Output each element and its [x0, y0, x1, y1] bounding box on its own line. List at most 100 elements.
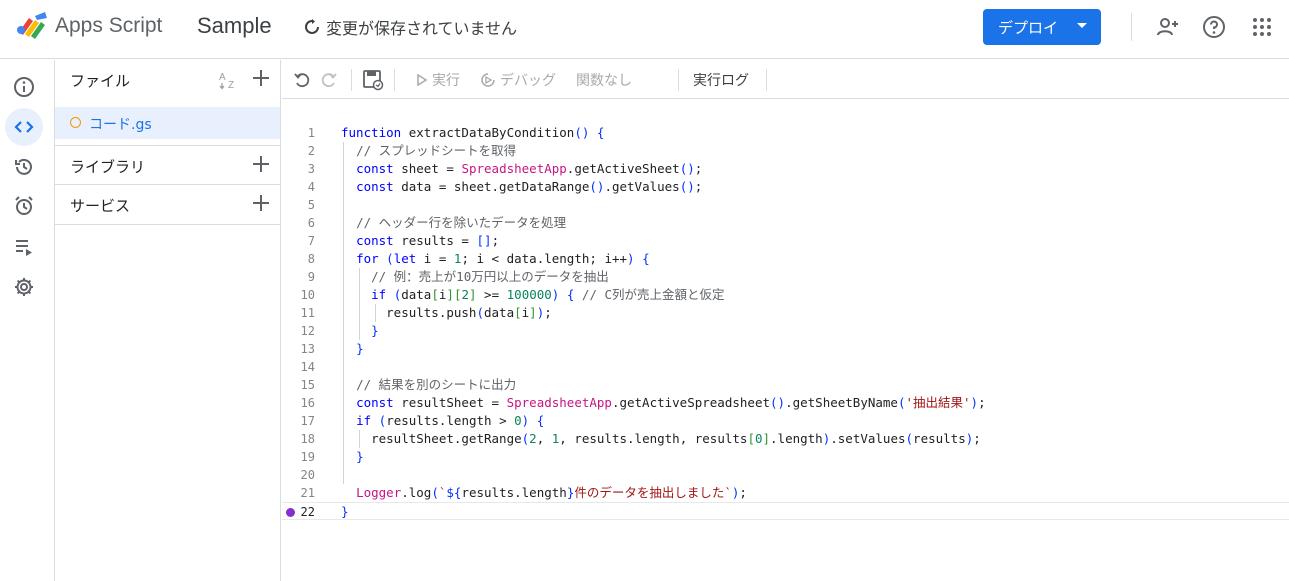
line-number[interactable]: 10	[282, 286, 315, 304]
line-number[interactable]: 12	[282, 322, 315, 340]
deploy-button[interactable]: デプロイ	[983, 9, 1101, 45]
code-line[interactable]: 4 const data = sheet.getDataRange().getV…	[282, 178, 1289, 196]
code-line[interactable]: 1 function extractDataByCondition() {	[282, 124, 1289, 142]
file-item-code-gs[interactable]: コード.gs	[55, 107, 280, 139]
gear-icon	[15, 278, 33, 296]
triggers-button[interactable]	[5, 187, 43, 225]
line-number[interactable]: 22	[282, 503, 315, 521]
code-line[interactable]: 7 const results = [];	[282, 232, 1289, 250]
file-name: コード.gs	[89, 117, 152, 133]
code-text: for (let i = 1; i < data.length; i++) {	[356, 251, 650, 266]
line-number[interactable]: 15	[282, 376, 315, 394]
line-number[interactable]: 3	[282, 160, 315, 178]
execution-log-label: 実行ログ	[693, 73, 749, 89]
line-number[interactable]: 13	[282, 340, 315, 358]
line-number[interactable]: 21	[282, 484, 315, 502]
divider	[55, 224, 280, 225]
code-text: }	[371, 323, 379, 338]
editor-button[interactable]	[5, 108, 43, 146]
code-text: // スプレッドシートを取得	[356, 143, 517, 158]
add-service-plus-icon[interactable]	[250, 192, 272, 214]
line-number[interactable]: 16	[282, 394, 315, 412]
line-number[interactable]: 8	[282, 250, 315, 268]
code-line[interactable]: 15 // 結果を別のシートに出力	[282, 376, 1289, 394]
left-nav-rail	[0, 60, 55, 581]
line-number[interactable]: 1	[282, 124, 315, 142]
code-line[interactable]: 5	[282, 196, 1289, 214]
add-library-plus-icon[interactable]	[250, 153, 272, 175]
code-line[interactable]: 9 // 例：売上が10万円以上のデータを抽出	[282, 268, 1289, 286]
code-line[interactable]: 14	[282, 358, 1289, 376]
executions-button[interactable]	[5, 228, 43, 266]
services-title: サービス	[70, 197, 131, 215]
help-icon[interactable]	[1202, 15, 1226, 39]
apps-grid-icon[interactable]	[1250, 15, 1274, 39]
editor-toolbar: 実行 デバッグ 関数なし 実行ログ	[282, 60, 1289, 99]
code-line[interactable]: 21 Logger.log(`${results.length}件のデータを抽出…	[282, 484, 1289, 502]
files-panel: ファイル A Z コード.gs ライブラリ サービス	[55, 60, 281, 581]
code-text: }	[341, 504, 349, 519]
line-number[interactable]: 19	[282, 448, 315, 466]
line-number[interactable]: 14	[282, 358, 315, 376]
code-icon	[14, 121, 34, 133]
code-line[interactable]: 10 if (data[i][2] >= 100000) { // C列が売上金…	[282, 286, 1289, 304]
line-number[interactable]: 2	[282, 142, 315, 160]
add-file-plus-icon[interactable]	[250, 67, 272, 89]
code-text: results.push(data[i]);	[341, 305, 552, 320]
code-line[interactable]: 17 if (results.length > 0) {	[282, 412, 1289, 430]
line-number[interactable]: 5	[282, 196, 315, 214]
libraries-section: ライブラリ	[55, 146, 280, 186]
code-text: const results = [];	[356, 233, 500, 248]
line-number[interactable]: 17	[282, 412, 315, 430]
code-line[interactable]: 13 }	[282, 340, 1289, 358]
header-divider	[1131, 13, 1132, 41]
run-button[interactable]: 実行	[416, 69, 460, 91]
code-line[interactable]: 11 results.push(data[i]);	[282, 304, 1289, 322]
history-icon	[15, 158, 32, 175]
code-line[interactable]: 18 resultSheet.getRange(2, 1, results.le…	[282, 430, 1289, 448]
line-number[interactable]: 6	[282, 214, 315, 232]
apps-script-logo-icon	[17, 12, 47, 39]
play-icon	[417, 74, 428, 86]
debug-button[interactable]: デバッグ	[480, 69, 556, 91]
function-label: 関数なし	[576, 73, 632, 89]
code-text: // ヘッダー行を除いたデータを処理	[356, 215, 567, 230]
line-number[interactable]: 7	[282, 232, 315, 250]
execution-log-button[interactable]: 実行ログ	[693, 69, 749, 91]
line-number[interactable]: 20	[282, 466, 315, 484]
code-line[interactable]: 20	[282, 466, 1289, 484]
sort-az-icon[interactable]: A Z	[218, 69, 240, 91]
settings-button[interactable]	[5, 268, 43, 306]
project-name[interactable]: Sample	[197, 13, 272, 39]
code-line[interactable]: 22}	[282, 502, 1289, 520]
code-line[interactable]: 3 const sheet = SpreadsheetApp.getActive…	[282, 160, 1289, 178]
code-line[interactable]: 6 // ヘッダー行を除いたデータを処理	[282, 214, 1289, 232]
line-number[interactable]: 4	[282, 178, 315, 196]
redo-icon[interactable]	[320, 69, 338, 91]
line-number[interactable]: 11	[282, 304, 315, 322]
code-line[interactable]: 12 }	[282, 322, 1289, 340]
svg-text:A: A	[219, 72, 226, 83]
toolbar-divider	[766, 69, 767, 91]
code-text: function extractDataByCondition() {	[341, 125, 605, 140]
line-number[interactable]: 9	[282, 268, 315, 286]
save-icon[interactable]	[362, 69, 384, 91]
code-editor[interactable]: 1 function extractDataByCondition() { 2 //…	[282, 100, 1289, 581]
line-number[interactable]: 18	[282, 430, 315, 448]
run-label: 実行	[432, 73, 460, 89]
code-text: // 例：売上が10万円以上のデータを抽出	[371, 269, 609, 284]
share-person-add-icon[interactable]	[1156, 15, 1180, 39]
code-line[interactable]: 19 }	[282, 448, 1289, 466]
code-text: resultSheet.getRange(2, 1, results.lengt…	[341, 431, 981, 446]
code-line[interactable]: 2 // スプレッドシートを取得	[282, 142, 1289, 160]
code-text: }	[356, 449, 364, 464]
libraries-title: ライブラリ	[70, 158, 146, 176]
unsaved-dot-icon	[70, 117, 81, 128]
code-line[interactable]: 16 const resultSheet = SpreadsheetApp.ge…	[282, 394, 1289, 412]
undo-icon[interactable]	[293, 69, 311, 91]
function-select[interactable]: 関数なし	[576, 69, 632, 91]
save-status: 変更が保存されていません	[304, 15, 517, 39]
overview-button[interactable]	[5, 68, 43, 106]
versions-button[interactable]	[5, 148, 43, 186]
code-line[interactable]: 8 for (let i = 1; i < data.length; i++) …	[282, 250, 1289, 268]
